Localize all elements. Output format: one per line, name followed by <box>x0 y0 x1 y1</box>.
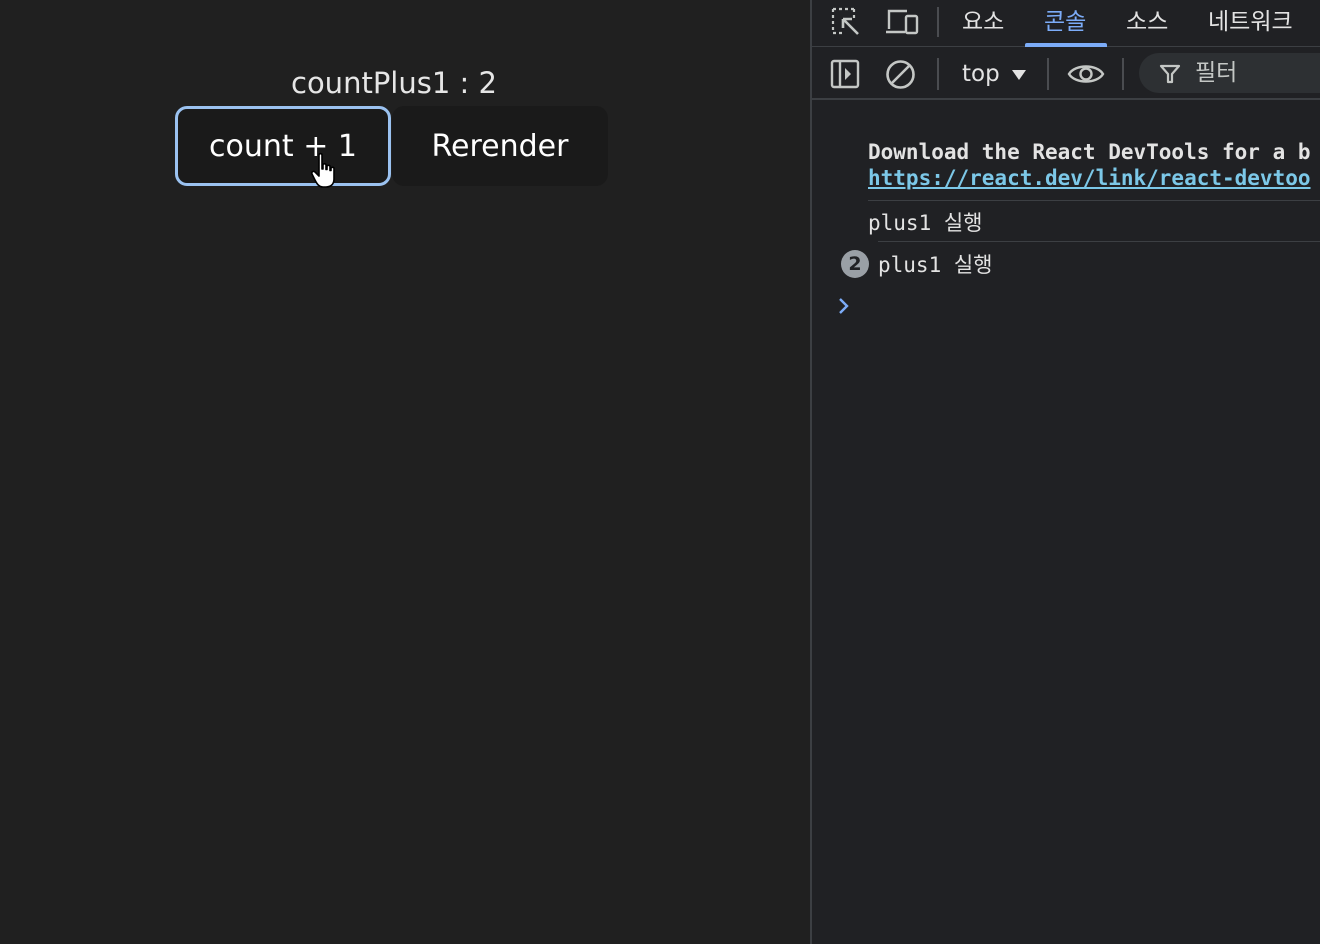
sidebar-toggle-icon[interactable] <box>830 59 860 89</box>
toolbar-separator <box>1122 58 1124 90</box>
devtools-tabbar: 요소 콘솔 소스 네트워크 <box>812 0 1320 47</box>
app-viewport: countPlus1 : 2 count + 1 Rerender <box>0 0 810 944</box>
filter-icon <box>1159 64 1181 84</box>
clear-console-icon[interactable] <box>885 59 916 90</box>
filter-input[interactable]: 필터 <box>1139 53 1320 93</box>
tab-elements[interactable]: 요소 <box>962 0 1004 46</box>
toolbar-separator <box>1047 58 1049 90</box>
device-toolbar-icon[interactable] <box>885 7 921 37</box>
react-devtools-link[interactable]: https://react.dev/link/react-devtoo <box>868 166 1311 190</box>
message-divider <box>878 241 1320 242</box>
console-output: Download the React DevTools for a b http… <box>812 100 1320 944</box>
tab-network[interactable]: 네트워크 <box>1208 0 1293 46</box>
devtools-panel: 요소 콘솔 소스 네트워크 top 필터 Download the React … <box>810 0 1320 944</box>
chevron-down-icon <box>1012 70 1026 80</box>
tab-console[interactable]: 콘솔 <box>1044 0 1086 46</box>
active-tab-indicator <box>1025 43 1107 47</box>
console-prompt-icon[interactable] <box>836 296 852 316</box>
hand-pointer-icon <box>310 152 335 188</box>
console-message-text: Download the React DevTools for a b <box>868 140 1311 164</box>
toolbar-separator <box>937 58 939 90</box>
repeat-count-badge: 2 <box>841 250 869 278</box>
count-plus1-label: countPlus1 : 2 <box>291 66 497 100</box>
filter-placeholder: 필터 <box>1195 60 1238 86</box>
count-plus-button[interactable]: count + 1 <box>175 106 391 186</box>
rerender-button[interactable]: Rerender <box>392 106 608 186</box>
tab-separator <box>937 7 939 37</box>
message-divider <box>868 200 1320 201</box>
inspect-element-icon[interactable] <box>830 6 862 38</box>
tab-sources[interactable]: 소스 <box>1126 0 1168 46</box>
console-toolbar: top 필터 <box>812 48 1320 100</box>
console-log-entry: plus1 실행 <box>878 253 993 277</box>
eye-icon[interactable] <box>1067 62 1105 86</box>
console-log-entry: plus1 실행 <box>868 211 983 235</box>
context-selector[interactable]: top <box>962 48 1000 100</box>
